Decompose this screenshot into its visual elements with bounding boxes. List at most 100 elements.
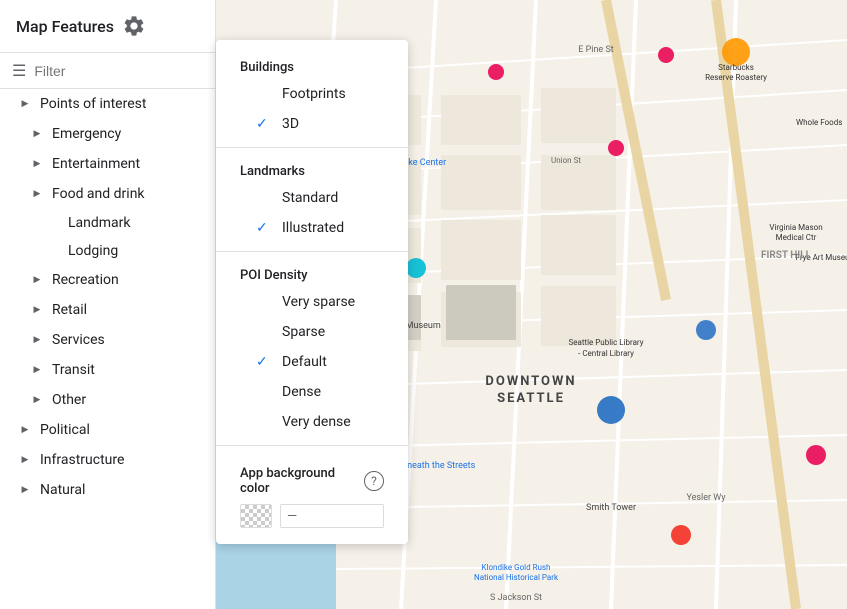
buildings-section-title: Buildings: [216, 52, 408, 79]
standard-check: [256, 190, 274, 206]
sidebar-item-label: Natural: [40, 482, 85, 498]
illustrated-check: ✓: [256, 220, 274, 236]
landmarks-section-title: Landmarks: [216, 156, 408, 183]
sidebar-item-points-of-interest[interactable]: ▶ Points of interest: [0, 89, 215, 119]
sidebar-item-label: Transit: [52, 362, 95, 378]
density-default-label: Default: [282, 354, 327, 370]
sidebar-item-label: Emergency: [52, 126, 121, 142]
sidebar-item-natural[interactable]: ▶ Natural: [0, 475, 215, 505]
density-very-dense-label: Very dense: [282, 414, 351, 430]
filter-bar[interactable]: ☰: [0, 53, 215, 89]
svg-text:Yesler Wy: Yesler Wy: [686, 493, 726, 503]
bg-color-value[interactable]: —: [280, 504, 384, 528]
svg-text:Medical Ctr: Medical Ctr: [776, 233, 817, 242]
sidebar-item-entertainment[interactable]: ▶ Entertainment: [0, 149, 215, 179]
chevron-right-icon: ▶: [28, 391, 46, 409]
bg-color-row: App background color ?: [216, 454, 408, 496]
chevron-right-icon: ▶: [16, 95, 34, 113]
density-sparse-label: Sparse: [282, 324, 325, 340]
svg-text:E Pine St: E Pine St: [578, 45, 614, 55]
density-dense-check: [256, 384, 274, 400]
chevron-right-icon: ▶: [28, 185, 46, 203]
filter-icon: ☰: [12, 61, 26, 80]
svg-text:National Historical Park: National Historical Park: [474, 573, 559, 582]
svg-text:FIRST HILL: FIRST HILL: [761, 250, 812, 261]
sidebar-item-food-and-drink[interactable]: ▶ Food and drink: [0, 179, 215, 209]
sidebar-item-transit[interactable]: ▶ Transit: [0, 355, 215, 385]
sidebar-item-emergency[interactable]: ▶ Emergency: [0, 119, 215, 149]
density-sparse-check: [256, 324, 274, 340]
svg-text:Union St: Union St: [551, 156, 581, 165]
illustrated-label: Illustrated: [282, 220, 344, 236]
density-very-sparse-check: [256, 294, 274, 310]
sidebar-item-infrastructure[interactable]: ▶ Infrastructure: [0, 445, 215, 475]
sidebar-item-political[interactable]: ▶ Political: [0, 415, 215, 445]
sidebar-item-label: Recreation: [52, 272, 119, 288]
sidebar-item-services[interactable]: ▶ Services: [0, 325, 215, 355]
sidebar-item-recreation[interactable]: ▶ Recreation: [0, 265, 215, 295]
footprints-item[interactable]: Footprints: [216, 79, 408, 109]
sidebar-item-landmark[interactable]: Landmark: [0, 209, 215, 237]
chevron-right-icon: ▶: [16, 451, 34, 469]
chevron-right-icon: ▶: [28, 155, 46, 173]
sidebar-item-label: Infrastructure: [40, 452, 124, 468]
bg-color-checker[interactable]: [240, 504, 272, 528]
three-d-label: 3D: [282, 116, 299, 132]
sidebar-item-label: Entertainment: [52, 156, 140, 172]
svg-text:Klondike Gold Rush: Klondike Gold Rush: [482, 563, 551, 572]
sidebar-item-label: Landmark: [68, 215, 131, 231]
three-d-check: ✓: [256, 116, 274, 132]
sidebar-item-retail[interactable]: ▶ Retail: [0, 295, 215, 325]
sidebar: Map Features ☰ ▶ Points of interest ▶ Emerg…: [0, 0, 216, 609]
density-very-sparse-label: Very sparse: [282, 294, 355, 310]
footprints-label: Footprints: [282, 86, 346, 102]
chevron-right-icon: ▶: [28, 361, 46, 379]
svg-text:Starbucks: Starbucks: [718, 63, 754, 72]
density-very-dense-check: [256, 414, 274, 430]
sidebar-item-label: Services: [52, 332, 105, 348]
sidebar-item-label: Political: [40, 422, 90, 438]
svg-text:SEATTLE: SEATTLE: [497, 391, 565, 406]
density-very-dense-item[interactable]: Very dense: [216, 407, 408, 437]
density-dense-label: Dense: [282, 384, 321, 400]
standard-label: Standard: [282, 190, 338, 206]
bg-color-label: App background color: [240, 466, 356, 496]
map-features-dropdown: Buildings Footprints ✓ 3D Landmarks Stan…: [216, 40, 408, 544]
gear-icon[interactable]: [122, 14, 146, 38]
sidebar-item-lodging[interactable]: Lodging: [0, 237, 215, 265]
sidebar-item-other[interactable]: ▶ Other: [0, 385, 215, 415]
illustrated-item[interactable]: ✓ Illustrated: [216, 213, 408, 243]
svg-text:- Central Library: - Central Library: [578, 349, 634, 358]
chevron-right-icon: ▶: [16, 481, 34, 499]
sidebar-item-label: Lodging: [68, 243, 118, 259]
density-very-sparse-item[interactable]: Very sparse: [216, 287, 408, 317]
svg-text:DOWNTOWN: DOWNTOWN: [485, 374, 576, 389]
svg-text:Beneath the Streets: Beneath the Streets: [397, 461, 476, 471]
standard-item[interactable]: Standard: [216, 183, 408, 213]
density-dense-item[interactable]: Dense: [216, 377, 408, 407]
bg-color-picker-row: —: [216, 496, 408, 528]
sidebar-item-label: Retail: [52, 302, 87, 318]
footprints-check: [256, 86, 274, 102]
density-default-item[interactable]: ✓ Default: [216, 347, 408, 377]
sidebar-header: Map Features: [0, 0, 215, 53]
svg-text:Smith Tower: Smith Tower: [586, 503, 636, 513]
filter-input[interactable]: [34, 63, 203, 79]
sidebar-list: ▶ Points of interest ▶ Emergency ▶ Entertainm…: [0, 89, 215, 609]
sidebar-item-label: Points of interest: [40, 96, 146, 112]
sidebar-item-label: Food and drink: [52, 186, 145, 202]
svg-text:Whole Foods: Whole Foods: [796, 118, 842, 127]
chevron-right-icon: ▶: [28, 271, 46, 289]
svg-text:S Jackson St: S Jackson St: [490, 593, 542, 603]
chevron-right-icon: ▶: [16, 421, 34, 439]
density-default-check: ✓: [256, 354, 274, 370]
bg-color-help-icon[interactable]: ?: [364, 471, 384, 491]
chevron-right-icon: ▶: [28, 125, 46, 143]
sidebar-item-label: Other: [52, 392, 86, 408]
chevron-right-icon: ▶: [28, 301, 46, 319]
chevron-right-icon: ▶: [28, 331, 46, 349]
page-title: Map Features: [16, 17, 114, 36]
poi-density-section-title: POI Density: [216, 260, 408, 287]
three-d-item[interactable]: ✓ 3D: [216, 109, 408, 139]
density-sparse-item[interactable]: Sparse: [216, 317, 408, 347]
